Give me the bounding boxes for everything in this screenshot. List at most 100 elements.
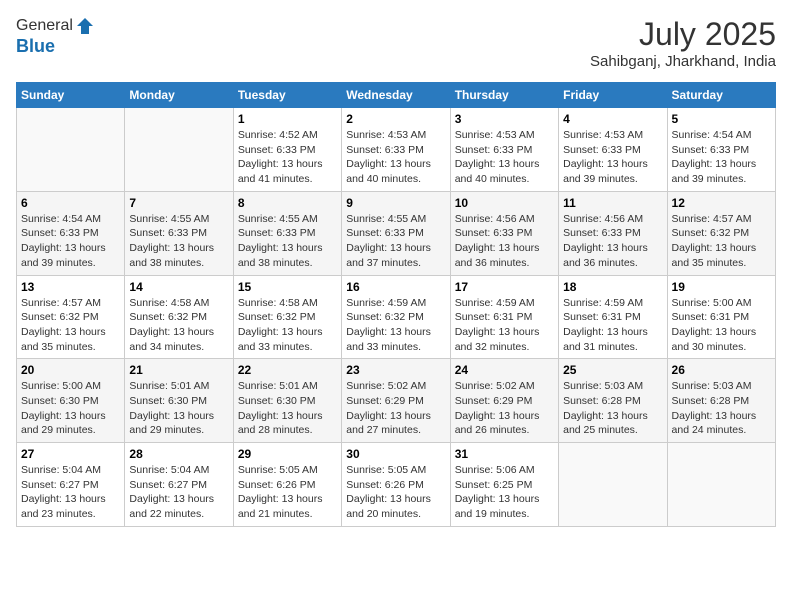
- day-info: Sunrise: 4:59 AM Sunset: 6:32 PM Dayligh…: [346, 296, 445, 355]
- day-number: 15: [238, 280, 337, 294]
- calendar-cell: [667, 443, 775, 527]
- calendar-cell: 27Sunrise: 5:04 AM Sunset: 6:27 PM Dayli…: [17, 443, 125, 527]
- day-info: Sunrise: 5:02 AM Sunset: 6:29 PM Dayligh…: [455, 379, 554, 438]
- calendar-cell: [125, 108, 233, 192]
- day-number: 13: [21, 280, 120, 294]
- day-number: 8: [238, 196, 337, 210]
- day-info: Sunrise: 4:56 AM Sunset: 6:33 PM Dayligh…: [563, 212, 662, 271]
- day-info: Sunrise: 5:01 AM Sunset: 6:30 PM Dayligh…: [129, 379, 228, 438]
- day-info: Sunrise: 5:00 AM Sunset: 6:30 PM Dayligh…: [21, 379, 120, 438]
- calendar-cell: 16 Sunrise: 4:59 AM Sunset: 6:32 PM Dayli…: [342, 275, 450, 359]
- calendar-cell: 26 Sunrise: 5:03 AM Sunset: 6:28 PM Dayli…: [667, 359, 775, 443]
- calendar-cell: 10Sunrise: 4:56 AM Sunset: 6:33 PM Dayli…: [450, 191, 558, 275]
- day-info: Sunrise: 4:52 AM Sunset: 6:33 PM Dayligh…: [238, 128, 337, 187]
- day-number: 3: [455, 112, 554, 126]
- day-number: 26: [672, 363, 771, 377]
- calendar-cell: [559, 443, 667, 527]
- title-block: July 2025 Sahibganj, Jharkhand, India: [590, 16, 776, 70]
- location: Sahibganj, Jharkhand, India: [590, 53, 776, 70]
- day-info: Sunrise: 4:54 AM Sunset: 6:33 PM Dayligh…: [672, 128, 771, 187]
- day-info: Sunrise: 5:03 AM Sunset: 6:28 PM Dayligh…: [563, 379, 662, 438]
- calendar-cell: 14 Sunrise: 4:58 AM Sunset: 6:32 PM Dayli…: [125, 275, 233, 359]
- day-info: Sunrise: 5:02 AM Sunset: 6:29 PM Dayligh…: [346, 379, 445, 438]
- calendar-week-row: 13 Sunrise: 4:57 AM Sunset: 6:32 PM Dayli…: [17, 275, 776, 359]
- calendar-cell: 31 Sunrise: 5:06 AM Sunset: 6:25 PM Dayli…: [450, 443, 558, 527]
- calendar-cell: 6 Sunrise: 4:54 AM Sunset: 6:33 PM Daylig…: [17, 191, 125, 275]
- day-number: 27: [21, 447, 120, 461]
- calendar-cell: 20 Sunrise: 5:00 AM Sunset: 6:30 PM Dayli…: [17, 359, 125, 443]
- day-number: 16: [346, 280, 445, 294]
- calendar-cell: 15 Sunrise: 4:58 AM Sunset: 6:32 PM Dayli…: [233, 275, 341, 359]
- logo-blue-text: Blue: [16, 36, 55, 56]
- day-info: Sunrise: 4:55 AM Sunset: 6:33 PM Dayligh…: [238, 212, 337, 271]
- column-header-monday: Monday: [125, 83, 233, 108]
- calendar-week-row: 20 Sunrise: 5:00 AM Sunset: 6:30 PM Dayli…: [17, 359, 776, 443]
- day-number: 7: [129, 196, 228, 210]
- column-header-friday: Friday: [559, 83, 667, 108]
- day-info: Sunrise: 4:53 AM Sunset: 6:33 PM Dayligh…: [346, 128, 445, 187]
- day-info: Sunrise: 4:55 AM Sunset: 6:33 PM Dayligh…: [346, 212, 445, 271]
- day-info: Sunrise: 4:58 AM Sunset: 6:32 PM Dayligh…: [129, 296, 228, 355]
- day-number: 11: [563, 196, 662, 210]
- column-header-sunday: Sunday: [17, 83, 125, 108]
- column-header-wednesday: Wednesday: [342, 83, 450, 108]
- calendar-cell: 25 Sunrise: 5:03 AM Sunset: 6:28 PM Dayli…: [559, 359, 667, 443]
- calendar-header-row: SundayMondayTuesdayWednesdayThursdayFrid…: [17, 83, 776, 108]
- calendar-week-row: 6 Sunrise: 4:54 AM Sunset: 6:33 PM Daylig…: [17, 191, 776, 275]
- day-info: Sunrise: 5:05 AM Sunset: 6:26 PM Dayligh…: [238, 463, 337, 522]
- day-info: Sunrise: 5:00 AM Sunset: 6:31 PM Dayligh…: [672, 296, 771, 355]
- day-info: Sunrise: 5:03 AM Sunset: 6:28 PM Dayligh…: [672, 379, 771, 438]
- day-info: Sunrise: 4:58 AM Sunset: 6:32 PM Dayligh…: [238, 296, 337, 355]
- calendar-cell: 8 Sunrise: 4:55 AM Sunset: 6:33 PM Daylig…: [233, 191, 341, 275]
- day-number: 6: [21, 196, 120, 210]
- day-number: 23: [346, 363, 445, 377]
- day-number: 1: [238, 112, 337, 126]
- calendar-cell: 1 Sunrise: 4:52 AM Sunset: 6:33 PM Daylig…: [233, 108, 341, 192]
- day-number: 14: [129, 280, 228, 294]
- day-info: Sunrise: 4:59 AM Sunset: 6:31 PM Dayligh…: [455, 296, 554, 355]
- calendar-table: SundayMondayTuesdayWednesdayThursdayFrid…: [16, 82, 776, 527]
- day-info: Sunrise: 5:06 AM Sunset: 6:25 PM Dayligh…: [455, 463, 554, 522]
- day-number: 12: [672, 196, 771, 210]
- day-info: Sunrise: 4:53 AM Sunset: 6:33 PM Dayligh…: [455, 128, 554, 187]
- day-info: Sunrise: 4:57 AM Sunset: 6:32 PM Dayligh…: [672, 212, 771, 271]
- page-header: General Blue July 2025 Sahibganj, Jharkh…: [16, 16, 776, 70]
- day-number: 5: [672, 112, 771, 126]
- calendar-cell: 9 Sunrise: 4:55 AM Sunset: 6:33 PM Daylig…: [342, 191, 450, 275]
- calendar-cell: 23 Sunrise: 5:02 AM Sunset: 6:29 PM Dayli…: [342, 359, 450, 443]
- calendar-cell: 28 Sunrise: 5:04 AM Sunset: 6:27 PM Dayli…: [125, 443, 233, 527]
- calendar-cell: 11 Sunrise: 4:56 AM Sunset: 6:33 PM Dayli…: [559, 191, 667, 275]
- logo: General Blue: [16, 16, 95, 57]
- day-info: Sunrise: 4:59 AM Sunset: 6:31 PM Dayligh…: [563, 296, 662, 355]
- logo-icon: [75, 16, 95, 36]
- day-number: 21: [129, 363, 228, 377]
- column-header-thursday: Thursday: [450, 83, 558, 108]
- day-number: 20: [21, 363, 120, 377]
- day-info: Sunrise: 4:57 AM Sunset: 6:32 PM Dayligh…: [21, 296, 120, 355]
- day-info: Sunrise: 4:54 AM Sunset: 6:33 PM Dayligh…: [21, 212, 120, 271]
- calendar-cell: [17, 108, 125, 192]
- calendar-cell: 13 Sunrise: 4:57 AM Sunset: 6:32 PM Dayli…: [17, 275, 125, 359]
- calendar-cell: 30Sunrise: 5:05 AM Sunset: 6:26 PM Dayli…: [342, 443, 450, 527]
- calendar-cell: 21 Sunrise: 5:01 AM Sunset: 6:30 PM Dayli…: [125, 359, 233, 443]
- calendar-cell: 12 Sunrise: 4:57 AM Sunset: 6:32 PM Dayli…: [667, 191, 775, 275]
- calendar-cell: 7 Sunrise: 4:55 AM Sunset: 6:33 PM Daylig…: [125, 191, 233, 275]
- day-number: 31: [455, 447, 554, 461]
- calendar-cell: 17Sunrise: 4:59 AM Sunset: 6:31 PM Dayli…: [450, 275, 558, 359]
- calendar-cell: 3 Sunrise: 4:53 AM Sunset: 6:33 PM Daylig…: [450, 108, 558, 192]
- day-info: Sunrise: 4:53 AM Sunset: 6:33 PM Dayligh…: [563, 128, 662, 187]
- day-info: Sunrise: 5:05 AM Sunset: 6:26 PM Dayligh…: [346, 463, 445, 522]
- day-number: 25: [563, 363, 662, 377]
- day-number: 28: [129, 447, 228, 461]
- day-number: 18: [563, 280, 662, 294]
- day-number: 24: [455, 363, 554, 377]
- column-header-saturday: Saturday: [667, 83, 775, 108]
- calendar-cell: 4Sunrise: 4:53 AM Sunset: 6:33 PM Daylig…: [559, 108, 667, 192]
- calendar-cell: 22Sunrise: 5:01 AM Sunset: 6:30 PM Dayli…: [233, 359, 341, 443]
- day-info: Sunrise: 5:04 AM Sunset: 6:27 PM Dayligh…: [129, 463, 228, 522]
- day-info: Sunrise: 4:55 AM Sunset: 6:33 PM Dayligh…: [129, 212, 228, 271]
- day-number: 22: [238, 363, 337, 377]
- day-number: 9: [346, 196, 445, 210]
- month-year: July 2025: [590, 16, 776, 53]
- calendar-cell: 18 Sunrise: 4:59 AM Sunset: 6:31 PM Dayli…: [559, 275, 667, 359]
